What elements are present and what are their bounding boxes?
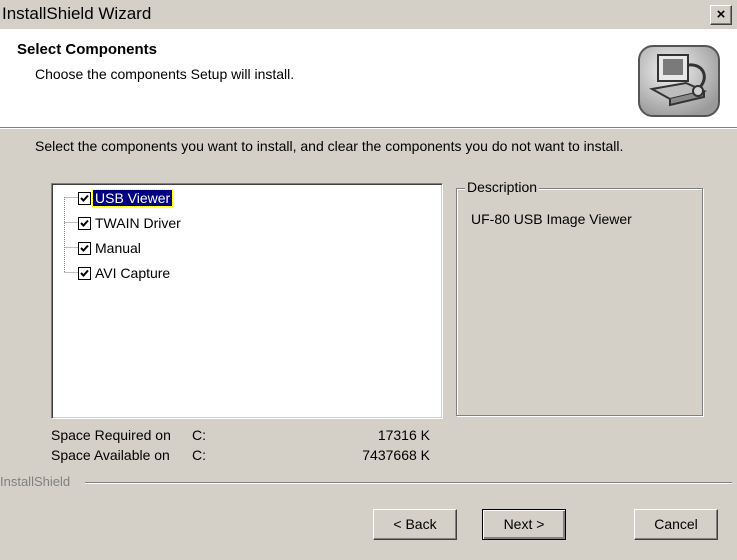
page-subtitle: Choose the components Setup will install… [35, 66, 295, 82]
brand-divider-highlight [85, 483, 732, 484]
close-button[interactable]: × [710, 5, 732, 25]
avi-capture-label[interactable]: AVI Capture [93, 265, 172, 281]
space-available-value: 7437668 K [362, 447, 430, 463]
computer-install-icon [638, 45, 720, 117]
title-bar: InstallShield Wizard × [0, 0, 737, 29]
checkmark-icon [80, 219, 89, 227]
tree-item-manual[interactable]: Manual [78, 238, 143, 258]
manual-label[interactable]: Manual [93, 240, 143, 256]
avi-capture-checkbox[interactable] [78, 266, 91, 280]
next-button[interactable]: Next > [482, 509, 566, 540]
components-tree[interactable]: USB Viewer TWAIN Driver Manual AVI Captu… [51, 183, 443, 419]
wizard-header: Select Components Choose the components … [0, 29, 737, 127]
twain-driver-label[interactable]: TWAIN Driver [93, 215, 183, 231]
space-required-drive: C: [192, 427, 206, 443]
checkmark-icon [80, 244, 89, 252]
instructions-text: Select the components you want to instal… [35, 138, 624, 154]
close-icon: × [716, 6, 726, 23]
installshield-brand: InstallShield [0, 474, 71, 489]
checkmark-icon [80, 269, 89, 277]
checkmark-icon [80, 194, 89, 202]
twain-driver-checkbox[interactable] [78, 216, 91, 230]
tree-item-twain-driver[interactable]: TWAIN Driver [78, 213, 183, 233]
installshield-wizard-window: InstallShield Wizard × Select Components… [0, 0, 737, 560]
description-legend: Description [465, 179, 540, 195]
space-required-label: Space Required on [51, 427, 171, 443]
space-required-value: 17316 K [377, 427, 430, 443]
space-available-label: Space Available on [51, 447, 170, 463]
cancel-button[interactable]: Cancel [634, 509, 718, 540]
space-available-drive: C: [192, 447, 206, 463]
usb-viewer-checkbox[interactable] [78, 191, 91, 205]
tree-item-usb-viewer[interactable]: USB Viewer [78, 188, 174, 208]
description-text: UF-80 USB Image Viewer [471, 211, 632, 227]
header-divider-highlight [0, 128, 737, 129]
window-title: InstallShield Wizard [2, 4, 152, 23]
back-button[interactable]: < Back [373, 509, 457, 540]
manual-checkbox[interactable] [78, 241, 91, 255]
usb-viewer-label[interactable]: USB Viewer [91, 189, 174, 207]
page-title: Select Components [17, 41, 158, 58]
tree-item-avi-capture[interactable]: AVI Capture [78, 263, 172, 283]
